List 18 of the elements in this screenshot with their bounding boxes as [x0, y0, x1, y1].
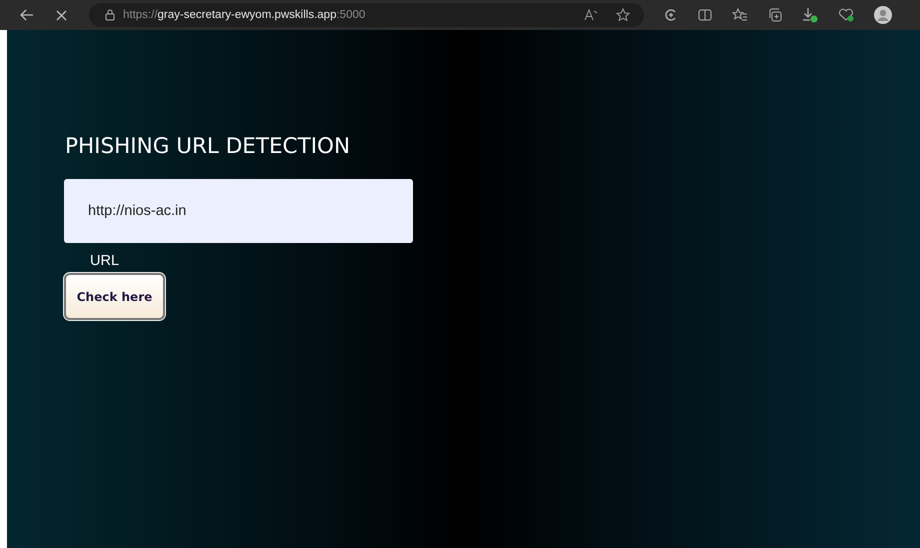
- check-button[interactable]: Check here: [64, 273, 165, 320]
- avatar-icon[interactable]: [874, 6, 892, 24]
- close-icon[interactable]: [56, 10, 67, 20]
- favorites-icon[interactable]: [732, 8, 748, 22]
- download-icon[interactable]: [802, 7, 818, 23]
- page-heading: PHISHING URL DETECTION: [65, 134, 350, 159]
- address-text: https://gray-secretary-ewyom.pwskills.app:5000: [123, 9, 366, 21]
- back-icon[interactable]: [20, 9, 34, 21]
- split-screen-icon[interactable]: [698, 9, 712, 21]
- star-icon[interactable]: [616, 8, 630, 22]
- field-label: URL: [90, 253, 120, 269]
- lock-icon: [105, 9, 115, 21]
- url-input-field[interactable]: http://nios-ac.in: [64, 179, 413, 243]
- read-aloud-icon[interactable]: [584, 9, 598, 21]
- collections-icon[interactable]: [768, 8, 782, 22]
- extension-icon[interactable]: [664, 8, 678, 22]
- address-bar[interactable]: https://gray-secretary-ewyom.pwskills.app:5000: [89, 3, 644, 27]
- heart-icon[interactable]: [838, 8, 854, 22]
